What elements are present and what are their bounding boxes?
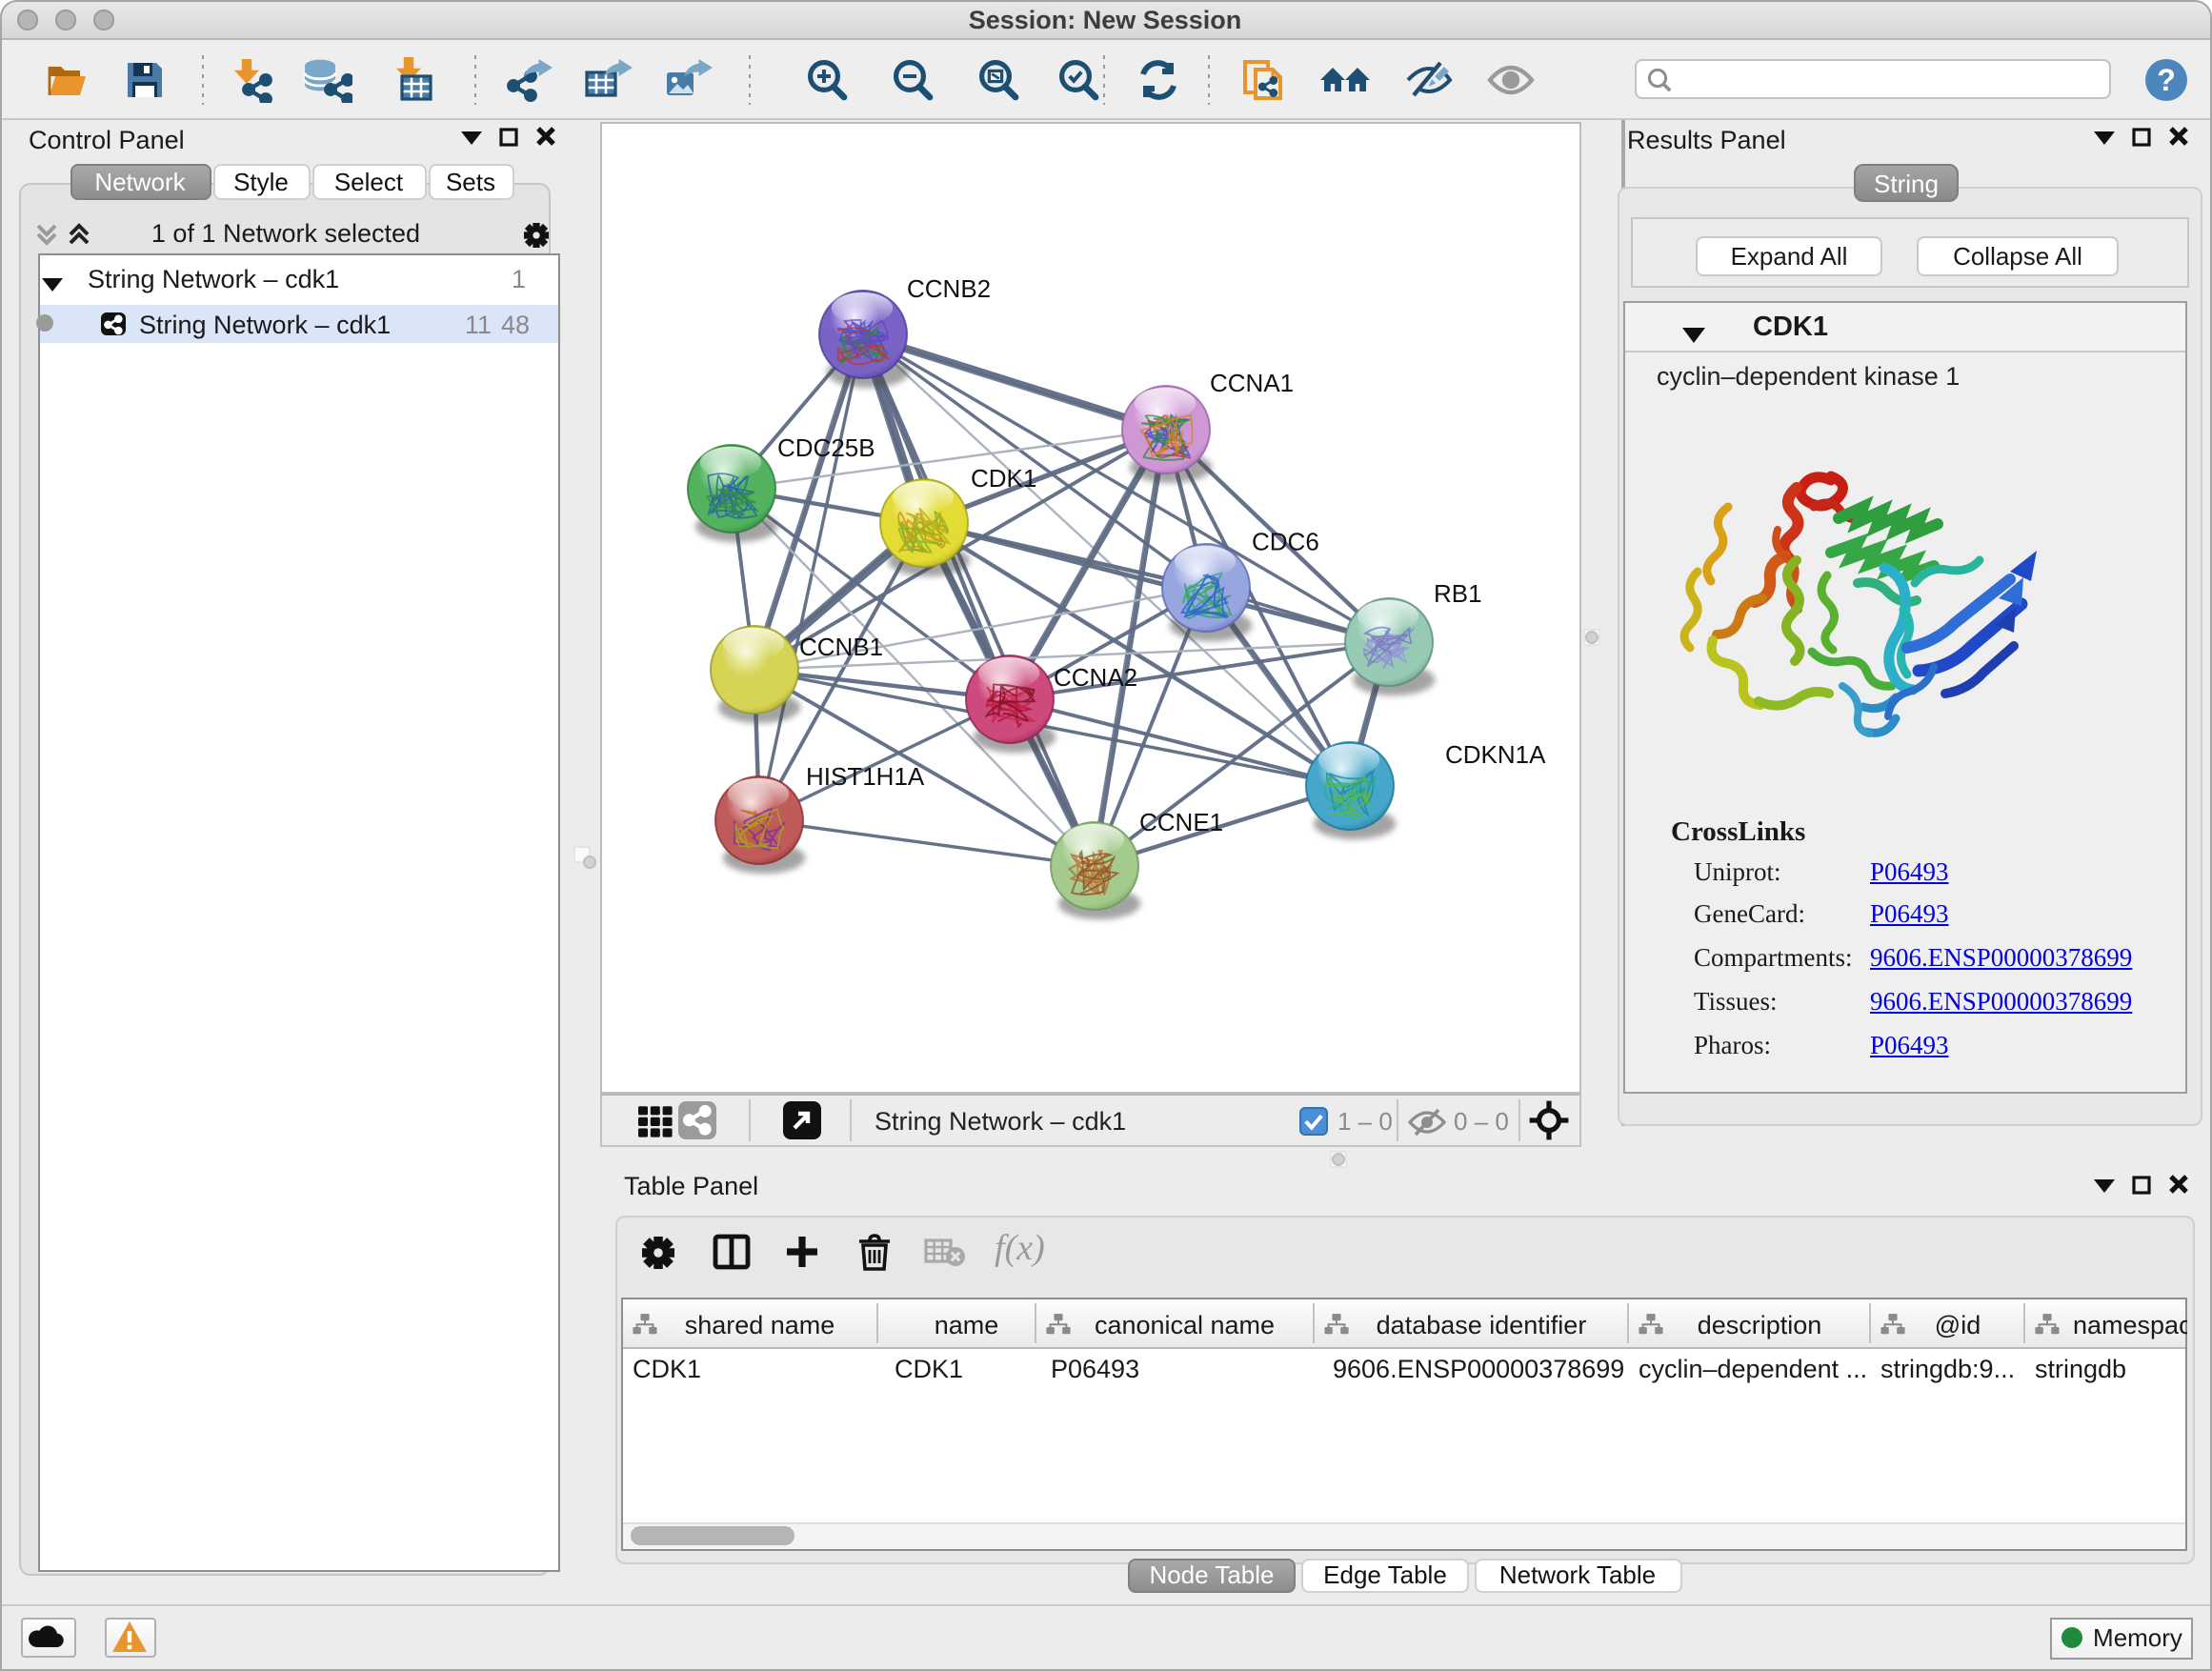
svg-text:CCNA1: CCNA1 (1210, 368, 1294, 396)
svg-text:CDK1: CDK1 (971, 463, 1036, 492)
svg-text:CCNA2: CCNA2 (1054, 662, 1137, 691)
svg-text:CCNE1: CCNE1 (1139, 807, 1223, 836)
svg-text:HIST1H1A: HIST1H1A (806, 761, 925, 790)
svg-text:CDC25B: CDC25B (777, 433, 875, 461)
svg-text:CDKN1A: CDKN1A (1445, 739, 1546, 768)
svg-text:CCNB2: CCNB2 (907, 273, 991, 302)
svg-text:RB1: RB1 (1434, 578, 1482, 607)
svg-text:CCNB1: CCNB1 (799, 632, 883, 660)
svg-text:CDC6: CDC6 (1252, 526, 1319, 554)
svg-text:?: ? (2157, 63, 2176, 97)
